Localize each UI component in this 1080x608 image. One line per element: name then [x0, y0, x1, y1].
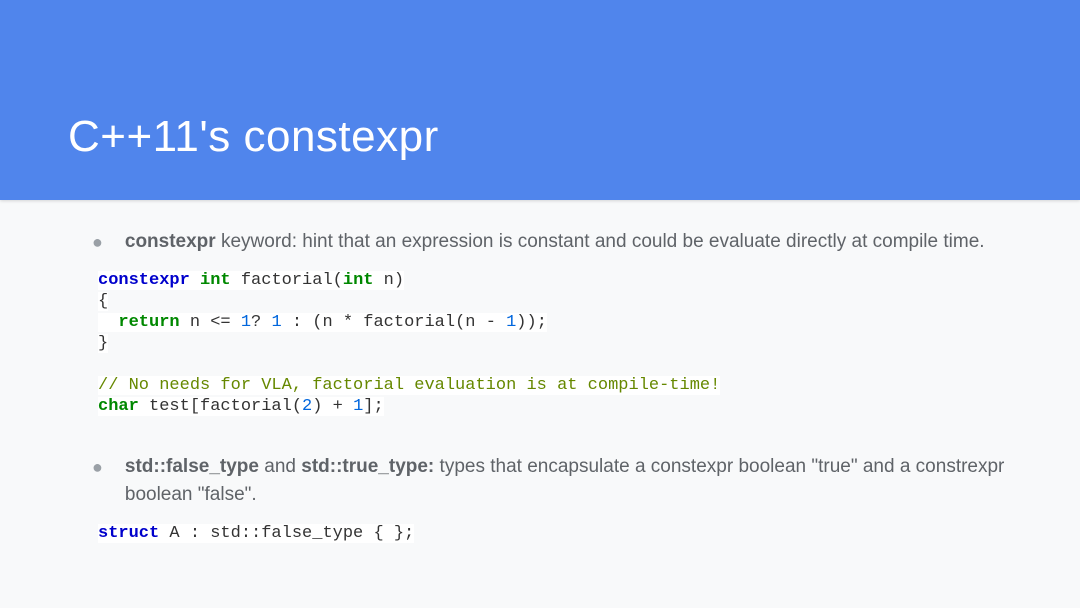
text-mid: and — [259, 456, 301, 477]
bold-keyword: constexpr — [125, 231, 216, 252]
bullet-dot-icon: ● — [92, 228, 103, 256]
code-line: } — [98, 333, 1012, 354]
bullet-item-2: ● std::false_type and std::true_type: ty… — [68, 453, 1012, 509]
slide-content: ● constexpr keyword: hint that an expres… — [0, 200, 1080, 544]
code-line: { — [98, 291, 1012, 312]
code-line: char test[factorial(2) + 1]; — [98, 396, 1012, 417]
bullet-text-2: std::false_type and std::true_type: type… — [125, 453, 1012, 509]
bullet-text-1: constexpr keyword: hint that an expressi… — [125, 228, 985, 256]
bold-keyword: std::true_type: — [301, 456, 434, 477]
bold-keyword: std::false_type — [125, 456, 259, 477]
bullet-dot-icon: ● — [92, 453, 103, 481]
code-line: struct A : std::false_type { }; — [98, 523, 1012, 544]
code-line: constexpr int factorial(int n) — [98, 270, 1012, 291]
slide-title: C++11's constexpr — [68, 112, 439, 162]
code-block-2: struct A : std::false_type { }; — [68, 523, 1012, 544]
bullet-item-1: ● constexpr keyword: hint that an expres… — [68, 228, 1012, 256]
code-line: // No needs for VLA, factorial evaluatio… — [98, 375, 1012, 396]
code-block-1: constexpr int factorial(int n) { return … — [68, 270, 1012, 417]
slide-header: C++11's constexpr — [0, 0, 1080, 200]
code-line: return n <= 1? 1 : (n * factorial(n - 1)… — [98, 312, 1012, 333]
bullet-rest: keyword: hint that an expression is cons… — [216, 231, 985, 252]
code-blank-line — [98, 354, 1012, 375]
